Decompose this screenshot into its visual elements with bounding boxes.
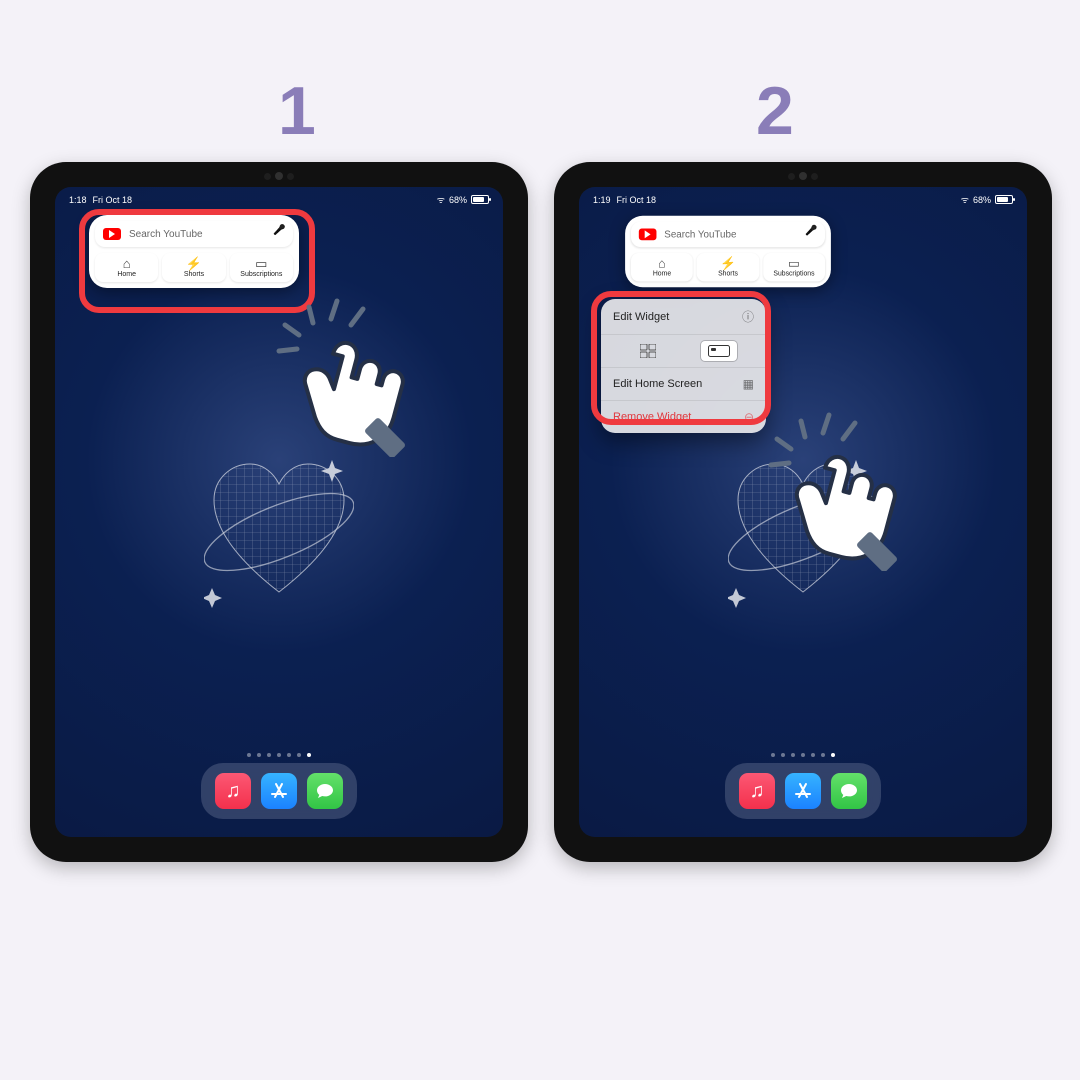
battery-icon <box>471 195 489 204</box>
youtube-widget[interactable]: Search YouTube ⌂ Home ⚡ Shorts ▭ Subscri… <box>623 215 833 288</box>
dock: ♫ <box>725 763 881 819</box>
app-music[interactable]: ♫ <box>215 773 251 809</box>
menu-label: Remove Widget <box>613 411 691 423</box>
widget-size-small[interactable] <box>630 341 666 361</box>
menu-edit-home-screen[interactable]: Edit Home Screen ▦ <box>601 368 766 401</box>
yt-tab-subs[interactable]: ▭ Subscriptions <box>230 253 293 282</box>
step-number-1: 1 <box>278 72 316 150</box>
battery-icon <box>995 195 1013 204</box>
subscriptions-icon: ▭ <box>232 257 291 271</box>
app-messages[interactable] <box>307 773 343 809</box>
ipad-frame-1: 1:18 Fri Oct 18 ᯤ 68% Search YouTube <box>30 162 528 862</box>
yt-tab-label: Shorts <box>184 271 204 278</box>
camera-cluster <box>264 172 294 180</box>
youtube-logo-icon <box>639 228 657 240</box>
shorts-icon: ⚡ <box>164 257 223 271</box>
app-appstore[interactable] <box>261 773 297 809</box>
menu-widget-sizes <box>601 335 766 368</box>
minus-circle-icon: ⊖ <box>744 410 754 424</box>
yt-tab-label: Home <box>653 271 671 278</box>
battery-pct: 68% <box>973 195 991 205</box>
page-dots[interactable] <box>247 753 311 757</box>
app-music[interactable]: ♫ <box>739 773 775 809</box>
menu-edit-widget[interactable]: Edit Widget ⓘ <box>601 299 766 335</box>
yt-tab-home[interactable]: ⌂ Home <box>631 253 693 281</box>
yt-tab-shorts[interactable]: ⚡ Shorts <box>697 253 759 281</box>
youtube-logo-icon <box>103 228 121 240</box>
status-time: 1:19 <box>593 195 611 205</box>
menu-label: Edit Widget <box>613 311 669 323</box>
youtube-search-placeholder: Search YouTube <box>664 229 799 240</box>
youtube-widget[interactable]: Search YouTube ⌂ Home ⚡ Shorts ▭ Subscri… <box>89 215 299 288</box>
yt-tab-label: Home <box>117 271 136 278</box>
status-bar: 1:18 Fri Oct 18 ᯤ 68% <box>55 187 503 206</box>
tap-hand-icon <box>269 297 429 457</box>
subscriptions-icon: ▭ <box>765 257 823 271</box>
dock: ♫ <box>201 763 357 819</box>
wallpaper-heart <box>204 452 354 612</box>
wifi-icon: ᯤ <box>961 193 969 206</box>
home-icon: ⌂ <box>97 257 156 271</box>
wallpaper-heart <box>728 452 878 612</box>
status-date: Fri Oct 18 <box>617 195 657 205</box>
page-dots[interactable] <box>771 753 835 757</box>
yt-tab-subs[interactable]: ▭ Subscriptions <box>763 253 825 281</box>
yt-tab-label: Subscriptions <box>240 271 282 278</box>
youtube-search-placeholder: Search YouTube <box>129 229 267 240</box>
status-bar: 1:19 Fri Oct 18 ᯤ 68% <box>579 187 1027 206</box>
ipad-screen-1: 1:18 Fri Oct 18 ᯤ 68% Search YouTube <box>55 187 503 837</box>
yt-tab-shorts[interactable]: ⚡ Shorts <box>162 253 225 282</box>
widget-size-medium[interactable] <box>701 341 737 361</box>
battery-pct: 68% <box>449 195 467 205</box>
menu-remove-widget[interactable]: Remove Widget ⊖ <box>601 401 766 433</box>
yt-tab-label: Shorts <box>718 271 738 278</box>
status-date: Fri Oct 18 <box>93 195 133 205</box>
ipad-frame-2: 1:19 Fri Oct 18 ᯤ 68% Search YouTube <box>554 162 1052 862</box>
apps-grid-icon: ▦ <box>743 377 754 391</box>
info-icon: ⓘ <box>742 308 754 325</box>
ipad-screen-2: 1:19 Fri Oct 18 ᯤ 68% Search YouTube <box>579 187 1027 837</box>
youtube-search-bar[interactable]: Search YouTube <box>631 222 825 247</box>
youtube-search-bar[interactable]: Search YouTube <box>95 221 293 247</box>
mic-icon[interactable] <box>807 227 817 241</box>
mic-icon[interactable] <box>275 227 285 241</box>
yt-tab-home[interactable]: ⌂ Home <box>95 253 158 282</box>
widget-context-menu: Edit Widget ⓘ Edit Home Screen ▦ Remove … <box>601 299 766 433</box>
home-icon: ⌂ <box>633 257 691 271</box>
wifi-icon: ᯤ <box>437 193 445 206</box>
menu-label: Edit Home Screen <box>613 378 702 390</box>
yt-tab-label: Subscriptions <box>773 271 814 278</box>
app-appstore[interactable] <box>785 773 821 809</box>
status-time: 1:18 <box>69 195 87 205</box>
shorts-icon: ⚡ <box>699 257 757 271</box>
app-messages[interactable] <box>831 773 867 809</box>
step-number-2: 2 <box>756 72 794 150</box>
camera-cluster <box>788 172 818 180</box>
